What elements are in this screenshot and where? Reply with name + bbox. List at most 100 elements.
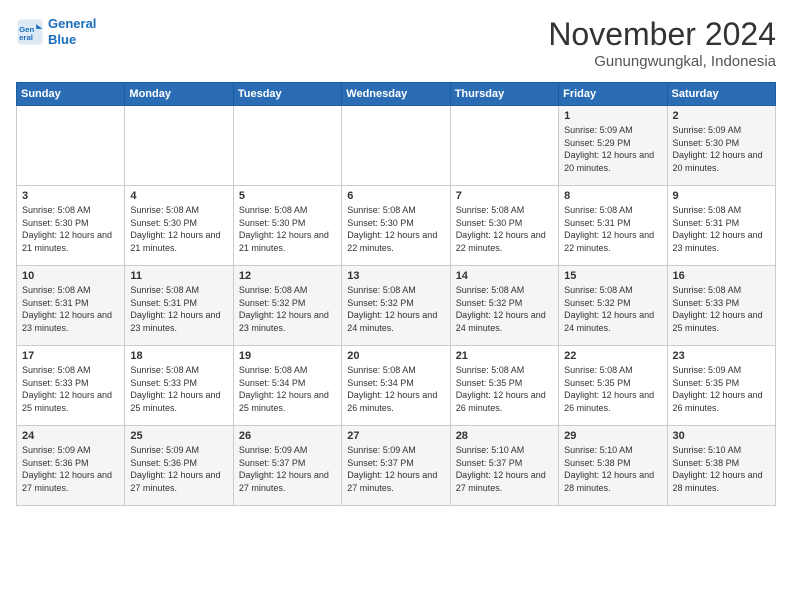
calendar-cell: 26 Sunrise: 5:09 AMSunset: 5:37 PMDayligh… <box>233 426 341 506</box>
day-number: 24 <box>22 430 119 442</box>
day-info: Sunrise: 5:08 AMSunset: 5:33 PMDaylight:… <box>673 284 770 334</box>
day-info: Sunrise: 5:08 AMSunset: 5:30 PMDaylight:… <box>347 204 444 254</box>
day-info: Sunrise: 5:08 AMSunset: 5:30 PMDaylight:… <box>456 204 553 254</box>
calendar-cell: 20Sunrise: 5:08 AMSunset: 5:34 PMDayligh… <box>342 346 450 426</box>
calendar-cell <box>125 106 233 186</box>
calendar-cell <box>342 106 450 186</box>
day-info: Sunrise: 5:08 AMSunset: 5:30 PMDaylight:… <box>22 204 119 254</box>
weekday-header-saturday: Saturday <box>667 83 775 106</box>
calendar-cell: 11 Sunrise: 5:08 AMSunset: 5:31 PMDayligh… <box>125 266 233 346</box>
day-info: Sunrise: 5:09 AMSunset: 5:29 PMDaylight:… <box>564 124 661 174</box>
day-info: Sunrise: 5:08 AMSunset: 5:33 PMDaylight:… <box>22 364 119 414</box>
calendar-cell: 15 Sunrise: 5:08 AMSunset: 5:32 PMDayligh… <box>559 266 667 346</box>
calendar-cell: 14 Sunrise: 5:08 AMSunset: 5:32 PMDayligh… <box>450 266 558 346</box>
calendar-cell: 28 Sunrise: 5:10 AMSunset: 5:37 PMDayligh… <box>450 426 558 506</box>
month-title: November 2024 <box>548 16 776 53</box>
day-info: Sunrise: 5:08 AMSunset: 5:32 PMDaylight:… <box>239 284 336 334</box>
day-info: Sunrise: 5:08 AMSunset: 5:31 PMDaylight:… <box>673 204 770 254</box>
day-info: Sunrise: 5:09 AMSunset: 5:37 PMDaylight:… <box>239 444 336 494</box>
calendar-week-1: 1 Sunrise: 5:09 AMSunset: 5:29 PMDaylight… <box>17 106 776 186</box>
calendar-cell: 27 Sunrise: 5:09 AMSunset: 5:37 PMDayligh… <box>342 426 450 506</box>
title-block: November 2024 Gunungwungkal, Indonesia <box>548 16 776 70</box>
logo: Gen eral General Blue <box>16 16 96 47</box>
day-info: Sunrise: 5:10 AMSunset: 5:38 PMDaylight:… <box>673 444 770 494</box>
day-number: 30 <box>673 430 770 442</box>
day-number: 3 <box>22 190 119 202</box>
day-number: 6 <box>347 190 444 202</box>
weekday-header-thursday: Thursday <box>450 83 558 106</box>
day-info: Sunrise: 5:08 AMSunset: 5:32 PMDaylight:… <box>456 284 553 334</box>
day-info: Sunrise: 5:08 AMSunset: 5:30 PMDaylight:… <box>130 204 227 254</box>
day-info: Sunrise: 5:09 AMSunset: 5:37 PMDaylight:… <box>347 444 444 494</box>
day-number: 27 <box>347 430 444 442</box>
calendar-cell: 17 Sunrise: 5:08 AMSunset: 5:33 PMDayligh… <box>17 346 125 426</box>
day-number: 26 <box>239 430 336 442</box>
day-info: Sunrise: 5:08 AMSunset: 5:31 PMDaylight:… <box>130 284 227 334</box>
day-info: Sunrise: 5:09 AMSunset: 5:36 PMDaylight:… <box>130 444 227 494</box>
day-info: Sunrise: 5:08 AMSunset: 5:35 PMDaylight:… <box>456 364 553 414</box>
page-header: Gen eral General Blue November 2024 Gunu… <box>16 16 776 70</box>
day-number: 22 <box>564 350 661 362</box>
calendar-cell: 24 Sunrise: 5:09 AMSunset: 5:36 PMDayligh… <box>17 426 125 506</box>
day-number: 17 <box>22 350 119 362</box>
day-number: 7 <box>456 190 553 202</box>
day-info: Sunrise: 5:08 AMSunset: 5:35 PMDaylight:… <box>564 364 661 414</box>
calendar-cell <box>233 106 341 186</box>
day-info: Sunrise: 5:09 AMSunset: 5:30 PMDaylight:… <box>673 124 770 174</box>
calendar-week-5: 24 Sunrise: 5:09 AMSunset: 5:36 PMDayligh… <box>17 426 776 506</box>
calendar-week-4: 17 Sunrise: 5:08 AMSunset: 5:33 PMDayligh… <box>17 346 776 426</box>
calendar-cell: 8Sunrise: 5:08 AMSunset: 5:31 PMDaylight… <box>559 186 667 266</box>
calendar-cell: 5 Sunrise: 5:08 AMSunset: 5:30 PMDaylight… <box>233 186 341 266</box>
calendar-table: SundayMondayTuesdayWednesdayThursdayFrid… <box>16 82 776 506</box>
day-number: 2 <box>673 110 770 122</box>
day-info: Sunrise: 5:08 AMSunset: 5:33 PMDaylight:… <box>130 364 227 414</box>
day-number: 11 <box>130 270 227 282</box>
day-number: 28 <box>456 430 553 442</box>
calendar-header: SundayMondayTuesdayWednesdayThursdayFrid… <box>17 83 776 106</box>
day-number: 16 <box>673 270 770 282</box>
logo-text: General Blue <box>48 16 96 47</box>
day-number: 4 <box>130 190 227 202</box>
day-number: 5 <box>239 190 336 202</box>
day-number: 18 <box>130 350 227 362</box>
day-number: 25 <box>130 430 227 442</box>
weekday-header-wednesday: Wednesday <box>342 83 450 106</box>
day-number: 10 <box>22 270 119 282</box>
day-info: Sunrise: 5:10 AMSunset: 5:37 PMDaylight:… <box>456 444 553 494</box>
weekday-header-sunday: Sunday <box>17 83 125 106</box>
day-info: Sunrise: 5:08 AMSunset: 5:30 PMDaylight:… <box>239 204 336 254</box>
calendar-cell: 13 Sunrise: 5:08 AMSunset: 5:32 PMDayligh… <box>342 266 450 346</box>
calendar-week-3: 10 Sunrise: 5:08 AMSunset: 5:31 PMDayligh… <box>17 266 776 346</box>
calendar-cell: 10 Sunrise: 5:08 AMSunset: 5:31 PMDayligh… <box>17 266 125 346</box>
logo-icon: Gen eral <box>16 18 44 46</box>
calendar-cell: 18 Sunrise: 5:08 AMSunset: 5:33 PMDayligh… <box>125 346 233 426</box>
calendar-cell: 9 Sunrise: 5:08 AMSunset: 5:31 PMDaylight… <box>667 186 775 266</box>
weekday-header-monday: Monday <box>125 83 233 106</box>
day-info: Sunrise: 5:09 AMSunset: 5:35 PMDaylight:… <box>673 364 770 414</box>
calendar-cell <box>450 106 558 186</box>
calendar-cell: 19Sunrise: 5:08 AMSunset: 5:34 PMDayligh… <box>233 346 341 426</box>
day-info: Sunrise: 5:08 AMSunset: 5:31 PMDaylight:… <box>22 284 119 334</box>
weekday-header-friday: Friday <box>559 83 667 106</box>
day-number: 12 <box>239 270 336 282</box>
day-number: 9 <box>673 190 770 202</box>
day-info: Sunrise: 5:09 AMSunset: 5:36 PMDaylight:… <box>22 444 119 494</box>
day-info: Sunrise: 5:08 AMSunset: 5:32 PMDaylight:… <box>564 284 661 334</box>
calendar-cell <box>17 106 125 186</box>
day-number: 15 <box>564 270 661 282</box>
day-number: 21 <box>456 350 553 362</box>
day-number: 14 <box>456 270 553 282</box>
day-info: Sunrise: 5:08 AMSunset: 5:32 PMDaylight:… <box>347 284 444 334</box>
calendar-cell: 12 Sunrise: 5:08 AMSunset: 5:32 PMDayligh… <box>233 266 341 346</box>
calendar-cell: 23Sunrise: 5:09 AMSunset: 5:35 PMDayligh… <box>667 346 775 426</box>
calendar-cell: 2 Sunrise: 5:09 AMSunset: 5:30 PMDaylight… <box>667 106 775 186</box>
calendar-cell: 3 Sunrise: 5:08 AMSunset: 5:30 PMDaylight… <box>17 186 125 266</box>
day-number: 13 <box>347 270 444 282</box>
day-number: 1 <box>564 110 661 122</box>
location-title: Gunungwungkal, Indonesia <box>548 53 776 70</box>
day-number: 29 <box>564 430 661 442</box>
day-number: 8 <box>564 190 661 202</box>
calendar-cell: 30 Sunrise: 5:10 AMSunset: 5:38 PMDayligh… <box>667 426 775 506</box>
calendar-cell: 25 Sunrise: 5:09 AMSunset: 5:36 PMDayligh… <box>125 426 233 506</box>
calendar-cell: 6 Sunrise: 5:08 AMSunset: 5:30 PMDaylight… <box>342 186 450 266</box>
